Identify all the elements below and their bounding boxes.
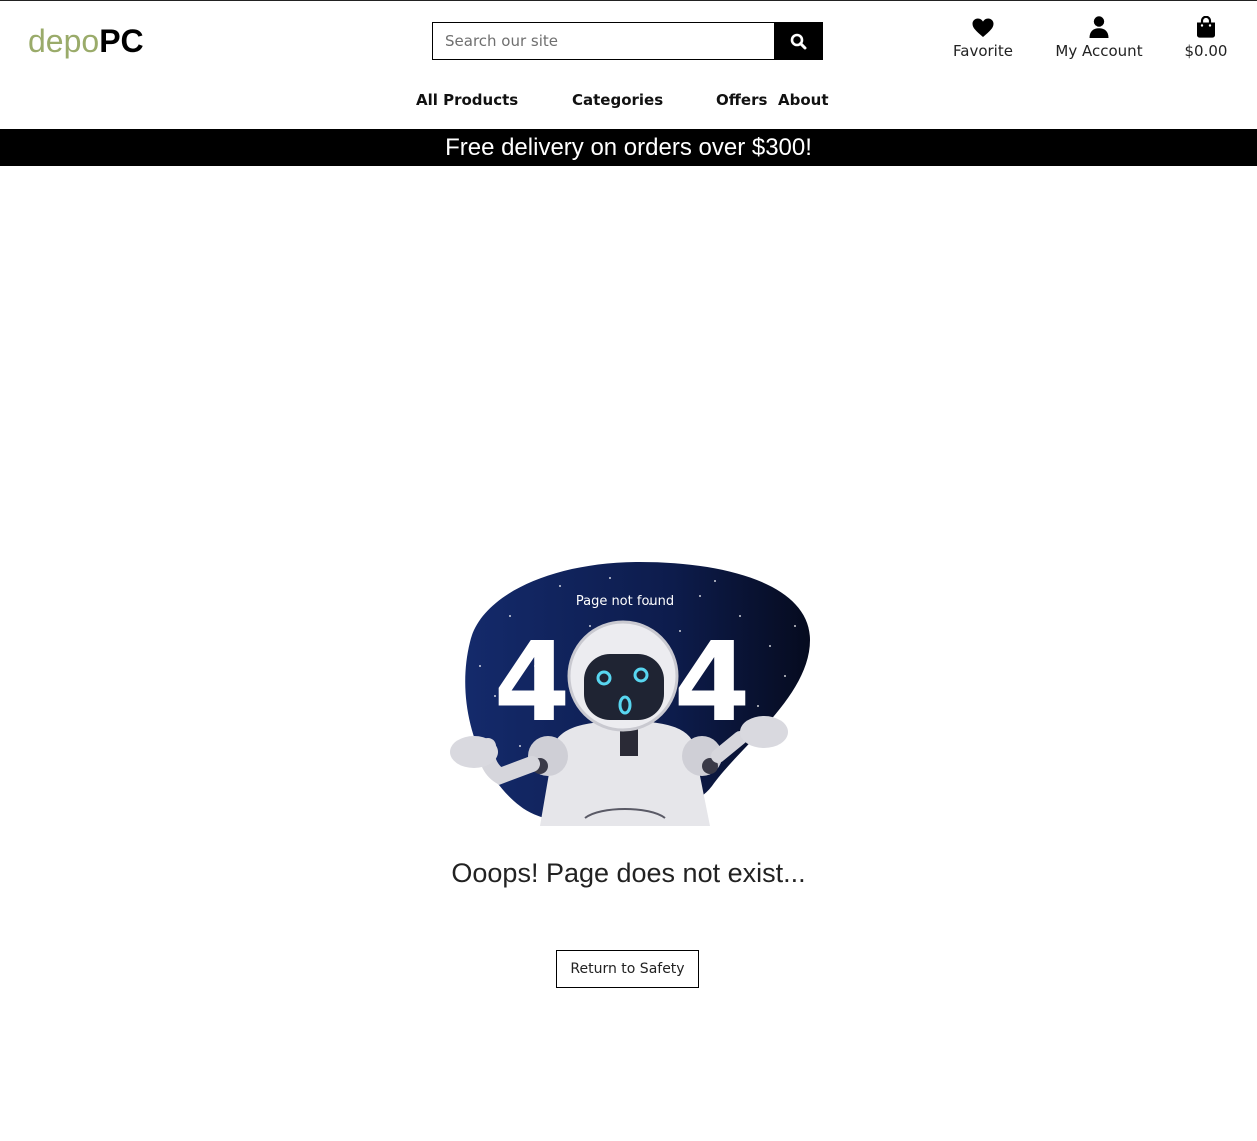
promo-banner-text: Free delivery on orders over $300!: [445, 134, 812, 161]
my-account-label: My Account: [1055, 42, 1143, 60]
robot-right-hand: [740, 716, 788, 748]
search-button[interactable]: [774, 22, 823, 60]
digit-left: 4: [494, 618, 571, 746]
top-border: [0, 0, 1257, 1]
return-to-safety-button[interactable]: Return to Safety: [556, 950, 699, 988]
site-logo[interactable]: depoPC: [28, 22, 144, 60]
digit-right: 4: [674, 618, 751, 746]
nav-about[interactable]: About: [778, 91, 829, 109]
nav-offers[interactable]: Offers: [716, 91, 767, 109]
search-bar: [432, 22, 823, 60]
user-icon: [1089, 16, 1109, 38]
search-icon: [790, 33, 807, 49]
error-message: Ooops! Page does not exist...: [451, 858, 806, 888]
heart-icon: [972, 18, 994, 37]
shopping-bag-icon: [1197, 16, 1215, 38]
logo-text-depo: depo: [28, 23, 100, 59]
cart-total: $0.00: [1184, 42, 1228, 60]
page-not-found-caption: Page not found: [575, 594, 675, 609]
nav-categories[interactable]: Categories: [572, 91, 663, 109]
logo-text-pc: PC: [99, 23, 144, 59]
robot-face: [584, 654, 664, 720]
promo-banner: Free delivery on orders over $300!: [0, 129, 1257, 166]
robot-left-hand: [450, 736, 498, 768]
my-account-link[interactable]: My Account: [1054, 14, 1144, 60]
cart-link[interactable]: $0.00: [1180, 14, 1232, 60]
favorite-label: Favorite: [953, 42, 1013, 60]
search-input[interactable]: [432, 22, 774, 60]
favorite-link[interactable]: Favorite: [952, 14, 1014, 60]
nav-all-products[interactable]: All Products: [416, 91, 518, 109]
